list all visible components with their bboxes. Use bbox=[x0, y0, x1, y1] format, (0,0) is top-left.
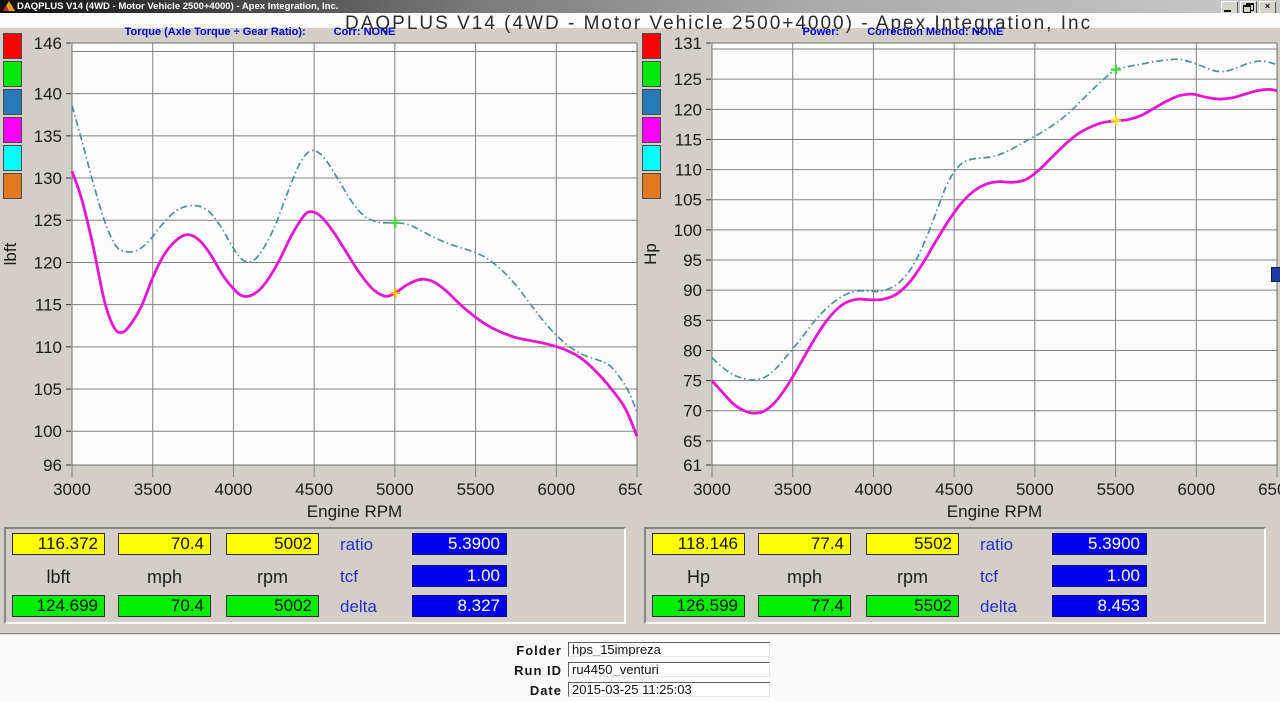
footer-bar: HP S PERFORMANCE PRODUCTS Folder Run ID … bbox=[0, 633, 1280, 702]
cursor-speed-value: 77.4 bbox=[758, 533, 851, 555]
svg-text:105: 105 bbox=[674, 191, 702, 210]
edge-widget[interactable] bbox=[1271, 267, 1280, 282]
svg-text:100: 100 bbox=[674, 221, 702, 240]
svg-text:131: 131 bbox=[674, 34, 702, 53]
svg-text:80: 80 bbox=[683, 341, 702, 360]
cursor-torque-value: 116.372 bbox=[12, 533, 105, 555]
svg-text:3000: 3000 bbox=[53, 480, 91, 499]
reference-rpm-value: 5002 bbox=[226, 595, 319, 617]
svg-text:115: 115 bbox=[35, 296, 62, 315]
svg-text:140: 140 bbox=[34, 85, 62, 104]
svg-text:146: 146 bbox=[34, 34, 62, 53]
svg-text:6000: 6000 bbox=[1177, 480, 1215, 499]
close-icon: × bbox=[1265, 1, 1270, 11]
svg-text:3500: 3500 bbox=[774, 480, 812, 499]
date-label: Date bbox=[437, 683, 562, 698]
svg-text:120: 120 bbox=[34, 253, 62, 272]
svg-text:5000: 5000 bbox=[376, 480, 414, 499]
svg-text:130: 130 bbox=[34, 169, 62, 188]
svg-text:lbft: lbft bbox=[1, 242, 20, 265]
svg-text:3500: 3500 bbox=[134, 480, 172, 499]
run-id-label: Run ID bbox=[437, 663, 562, 678]
svg-text:3000: 3000 bbox=[693, 480, 731, 499]
svg-text:100: 100 bbox=[34, 422, 62, 441]
run-id-field[interactable] bbox=[568, 662, 770, 677]
svg-text:4500: 4500 bbox=[295, 480, 333, 499]
delta-label: delta bbox=[340, 597, 377, 617]
svg-text:70: 70 bbox=[683, 402, 702, 421]
cursor-speed-value: 70.4 bbox=[118, 533, 211, 555]
svg-text:6000: 6000 bbox=[537, 480, 575, 499]
torque-chart[interactable]: 146 140 135 130 125 120 115 110 105 100 96 3000 3500… bbox=[0, 33, 642, 525]
reference-speed-value: 70.4 bbox=[118, 595, 211, 617]
rpm-unit-label: rpm bbox=[866, 567, 959, 588]
svg-text:90: 90 bbox=[683, 281, 702, 300]
minimize-icon bbox=[1224, 10, 1231, 12]
svg-text:96: 96 bbox=[43, 456, 62, 475]
cursor-power-value: 118.146 bbox=[652, 533, 745, 555]
folder-field[interactable] bbox=[568, 642, 770, 657]
svg-text:105: 105 bbox=[34, 380, 62, 399]
reference-speed-value: 77.4 bbox=[758, 595, 851, 617]
tcf-value: 1.00 bbox=[412, 565, 507, 587]
svg-text:5500: 5500 bbox=[457, 480, 495, 499]
power-readout-panel: 118.146 77.4 5502 ratio 5.3900 Hp mph rp… bbox=[644, 527, 1266, 624]
svg-text:65: 65 bbox=[683, 432, 702, 451]
svg-text:6500: 6500 bbox=[618, 480, 642, 499]
svg-text:110: 110 bbox=[675, 161, 702, 180]
ratio-value: 5.3900 bbox=[412, 533, 507, 555]
svg-text:5500: 5500 bbox=[1097, 480, 1135, 499]
svg-text:Engine RPM: Engine RPM bbox=[947, 502, 1042, 521]
tcf-label: tcf bbox=[340, 567, 358, 587]
app-icon bbox=[3, 1, 15, 11]
svg-text:4000: 4000 bbox=[855, 480, 893, 499]
svg-text:6500: 6500 bbox=[1258, 480, 1280, 499]
folder-label: Folder bbox=[437, 643, 562, 658]
application-window: DAQPLUS V14 (4WD - Motor Vehicle 2500+40… bbox=[0, 0, 1280, 702]
window-title: DAQPLUS V14 (4WD - Motor Vehicle 2500+40… bbox=[17, 1, 338, 12]
speed-unit-label: mph bbox=[118, 567, 211, 588]
date-field[interactable] bbox=[568, 682, 770, 697]
ratio-label: ratio bbox=[340, 535, 373, 555]
reference-power-value: 126.599 bbox=[652, 595, 745, 617]
svg-text:120: 120 bbox=[674, 100, 702, 119]
svg-text:Hp: Hp bbox=[641, 243, 660, 265]
svg-text:125: 125 bbox=[34, 211, 62, 230]
cursor-rpm-value: 5002 bbox=[226, 533, 319, 555]
reference-torque-value: 124.699 bbox=[12, 595, 105, 617]
tcf-label: tcf bbox=[980, 567, 998, 587]
power-unit-label: Hp bbox=[652, 567, 745, 588]
svg-text:85: 85 bbox=[683, 311, 702, 330]
reference-rpm-value: 5502 bbox=[866, 595, 959, 617]
svg-text:115: 115 bbox=[675, 130, 702, 149]
speed-unit-label: mph bbox=[758, 567, 851, 588]
rpm-unit-label: rpm bbox=[226, 567, 319, 588]
svg-text:125: 125 bbox=[674, 70, 702, 89]
ratio-label: ratio bbox=[980, 535, 1013, 555]
svg-text:Engine RPM: Engine RPM bbox=[307, 502, 402, 521]
torque-unit-label: lbft bbox=[12, 567, 105, 588]
torque-readout-panel: 116.372 70.4 5002 ratio 5.3900 lbft mph … bbox=[4, 527, 626, 624]
titlebar: DAQPLUS V14 (4WD - Motor Vehicle 2500+40… bbox=[0, 0, 1280, 13]
delta-label: delta bbox=[980, 597, 1017, 617]
svg-text:5000: 5000 bbox=[1016, 480, 1054, 499]
svg-text:61: 61 bbox=[683, 456, 702, 475]
delta-value: 8.453 bbox=[1052, 595, 1147, 617]
tcf-value: 1.00 bbox=[1052, 565, 1147, 587]
svg-text:110: 110 bbox=[35, 338, 62, 357]
ratio-value: 5.3900 bbox=[1052, 533, 1147, 555]
power-chart[interactable]: 131 125 120 115 110 105 100 95 90 85 80 75 70 65 61 300… bbox=[640, 33, 1280, 525]
svg-text:135: 135 bbox=[34, 127, 62, 146]
svg-text:75: 75 bbox=[683, 372, 702, 391]
svg-text:95: 95 bbox=[683, 251, 702, 270]
cursor-rpm-value: 5502 bbox=[866, 533, 959, 555]
svg-text:4000: 4000 bbox=[215, 480, 253, 499]
delta-value: 8.327 bbox=[412, 595, 507, 617]
svg-text:4500: 4500 bbox=[935, 480, 973, 499]
